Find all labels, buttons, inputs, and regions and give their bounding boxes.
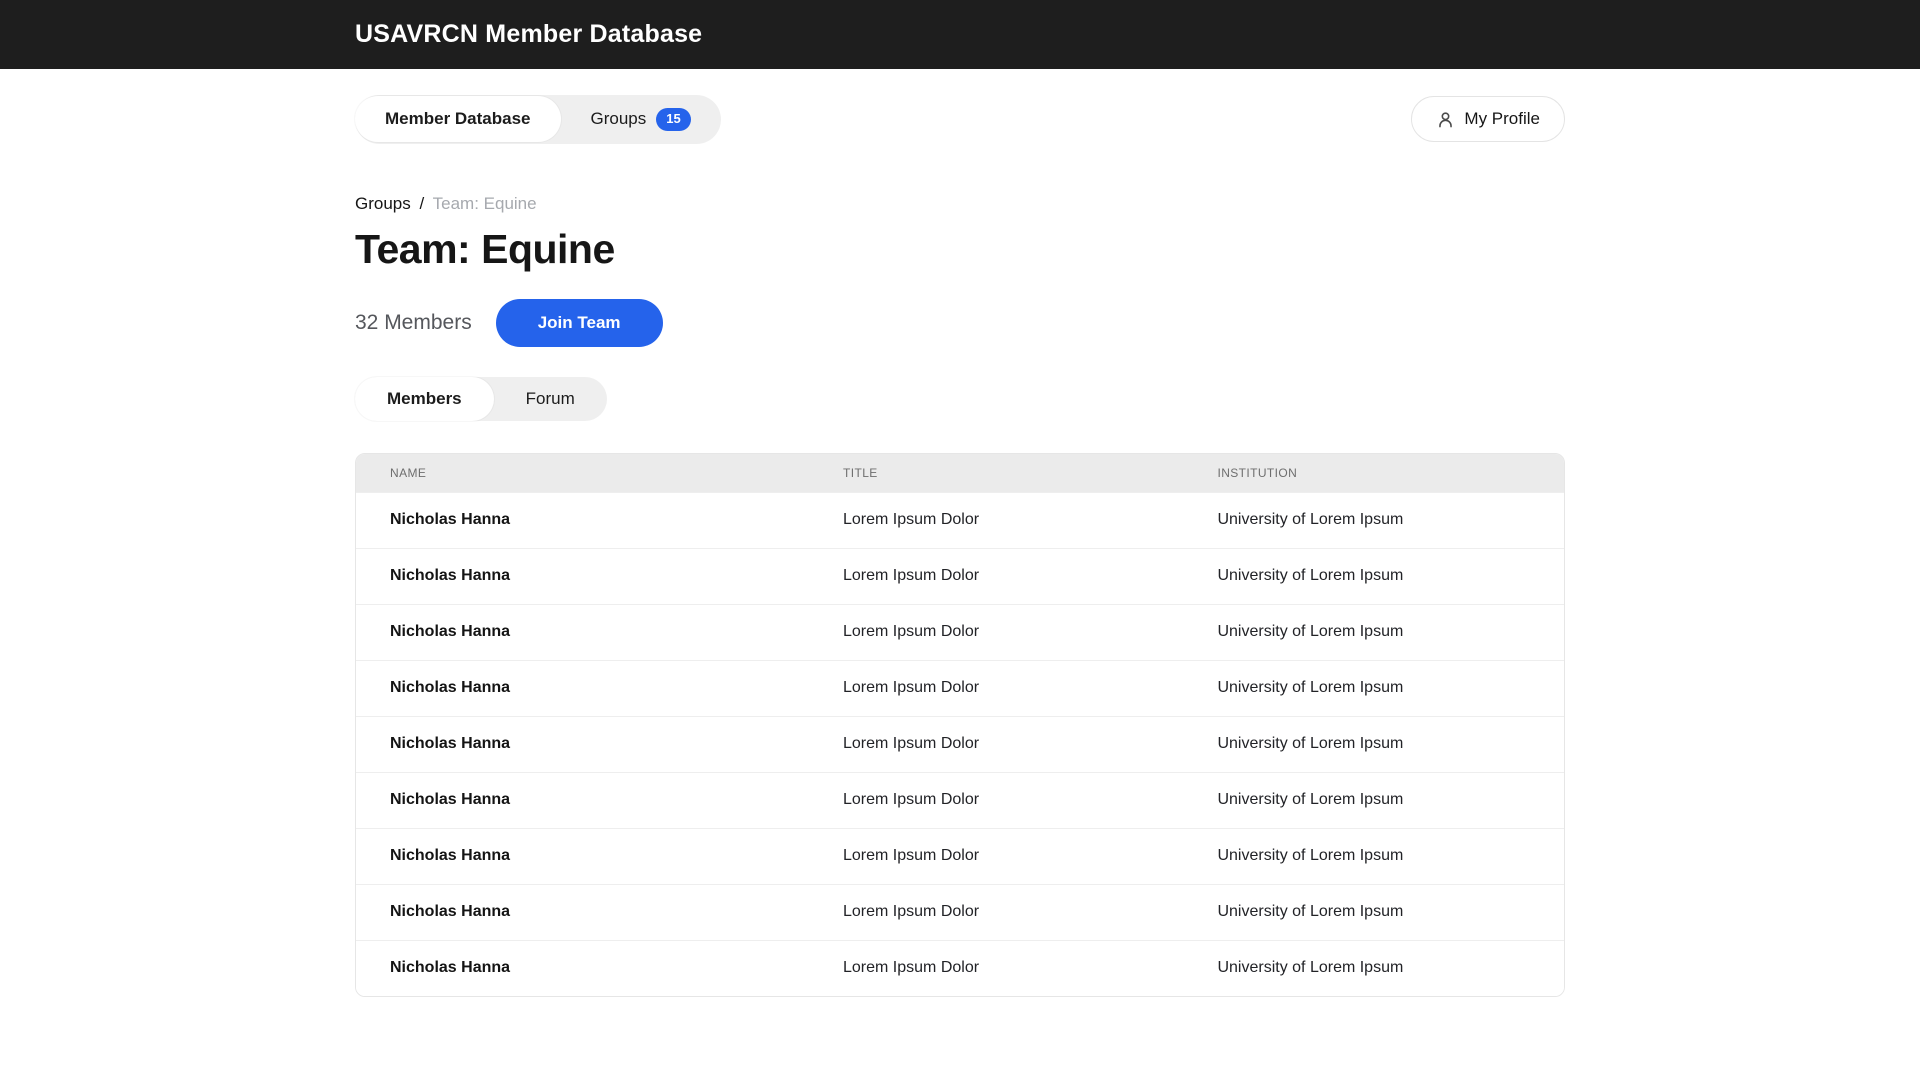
table-row[interactable]: Nicholas Hanna Lorem Ipsum Dolor Univers… (356, 716, 1564, 772)
member-name: Nicholas Hanna (356, 567, 809, 585)
table-row[interactable]: Nicholas Hanna Lorem Ipsum Dolor Univers… (356, 660, 1564, 716)
app-header: USAVRCN Member Database (0, 0, 1920, 69)
tab-groups[interactable]: Groups 15 (561, 95, 721, 144)
member-name: Nicholas Hanna (356, 959, 809, 977)
page-title: Team: Equine (355, 226, 1565, 273)
member-name: Nicholas Hanna (356, 735, 809, 753)
member-name: Nicholas Hanna (356, 791, 809, 809)
member-title: Lorem Ipsum Dolor (809, 791, 1183, 809)
app-title: USAVRCN Member Database (355, 20, 1565, 49)
member-title: Lorem Ipsum Dolor (809, 623, 1183, 641)
breadcrumb: Groups / Team: Equine (355, 194, 1565, 214)
main-nav-tabs: Member Database Groups 15 (355, 95, 721, 144)
tab-members-label: Members (387, 389, 462, 409)
member-title: Lorem Ipsum Dolor (809, 903, 1183, 921)
tab-forum-label: Forum (526, 389, 575, 409)
tab-member-database-label: Member Database (385, 109, 531, 129)
member-institution: University of Lorem Ipsum (1183, 623, 1564, 641)
member-institution: University of Lorem Ipsum (1183, 791, 1564, 809)
member-institution: University of Lorem Ipsum (1183, 847, 1564, 865)
breadcrumb-separator: / (419, 194, 424, 213)
member-title: Lorem Ipsum Dolor (809, 567, 1183, 585)
tab-members[interactable]: Members (355, 377, 494, 421)
members-table: Name Title Institution Nicholas Hanna Lo… (355, 453, 1565, 997)
nav-row: Member Database Groups 15 My Profile (355, 95, 1565, 144)
breadcrumb-current: Team: Equine (433, 194, 537, 213)
column-header-title: Title (809, 466, 1183, 480)
member-name: Nicholas Hanna (356, 511, 809, 529)
member-institution: University of Lorem Ipsum (1183, 511, 1564, 529)
member-name: Nicholas Hanna (356, 679, 809, 697)
table-row[interactable]: Nicholas Hanna Lorem Ipsum Dolor Univers… (356, 548, 1564, 604)
member-title: Lorem Ipsum Dolor (809, 847, 1183, 865)
table-row[interactable]: Nicholas Hanna Lorem Ipsum Dolor Univers… (356, 604, 1564, 660)
breadcrumb-groups-link[interactable]: Groups (355, 194, 411, 213)
member-name: Nicholas Hanna (356, 623, 809, 641)
table-row[interactable]: Nicholas Hanna Lorem Ipsum Dolor Univers… (356, 884, 1564, 940)
team-actions: 32 Members Join Team (355, 299, 1565, 347)
section-tabs: Members Forum (355, 377, 1565, 421)
member-count: 32 Members (355, 311, 472, 335)
member-name: Nicholas Hanna (356, 903, 809, 921)
member-name: Nicholas Hanna (356, 847, 809, 865)
column-header-name: Name (356, 466, 809, 480)
my-profile-label: My Profile (1464, 109, 1540, 129)
member-institution: University of Lorem Ipsum (1183, 735, 1564, 753)
member-institution: University of Lorem Ipsum (1183, 903, 1564, 921)
tab-member-database[interactable]: Member Database (355, 96, 561, 142)
table-body: Nicholas Hanna Lorem Ipsum Dolor Univers… (356, 492, 1564, 996)
member-title: Lorem Ipsum Dolor (809, 959, 1183, 977)
join-team-button[interactable]: Join Team (496, 299, 663, 347)
my-profile-button[interactable]: My Profile (1411, 96, 1565, 142)
member-title: Lorem Ipsum Dolor (809, 679, 1183, 697)
member-institution: University of Lorem Ipsum (1183, 679, 1564, 697)
tab-groups-label: Groups (591, 109, 647, 129)
table-row[interactable]: Nicholas Hanna Lorem Ipsum Dolor Univers… (356, 828, 1564, 884)
member-institution: University of Lorem Ipsum (1183, 959, 1564, 977)
user-icon (1436, 110, 1455, 129)
groups-count-badge: 15 (656, 108, 690, 131)
table-row[interactable]: Nicholas Hanna Lorem Ipsum Dolor Univers… (356, 772, 1564, 828)
table-header-row: Name Title Institution (356, 454, 1564, 492)
member-institution: University of Lorem Ipsum (1183, 567, 1564, 585)
member-title: Lorem Ipsum Dolor (809, 735, 1183, 753)
tab-forum[interactable]: Forum (494, 377, 607, 421)
member-title: Lorem Ipsum Dolor (809, 511, 1183, 529)
table-row[interactable]: Nicholas Hanna Lorem Ipsum Dolor Univers… (356, 940, 1564, 996)
column-header-institution: Institution (1183, 466, 1564, 480)
table-row[interactable]: Nicholas Hanna Lorem Ipsum Dolor Univers… (356, 492, 1564, 548)
